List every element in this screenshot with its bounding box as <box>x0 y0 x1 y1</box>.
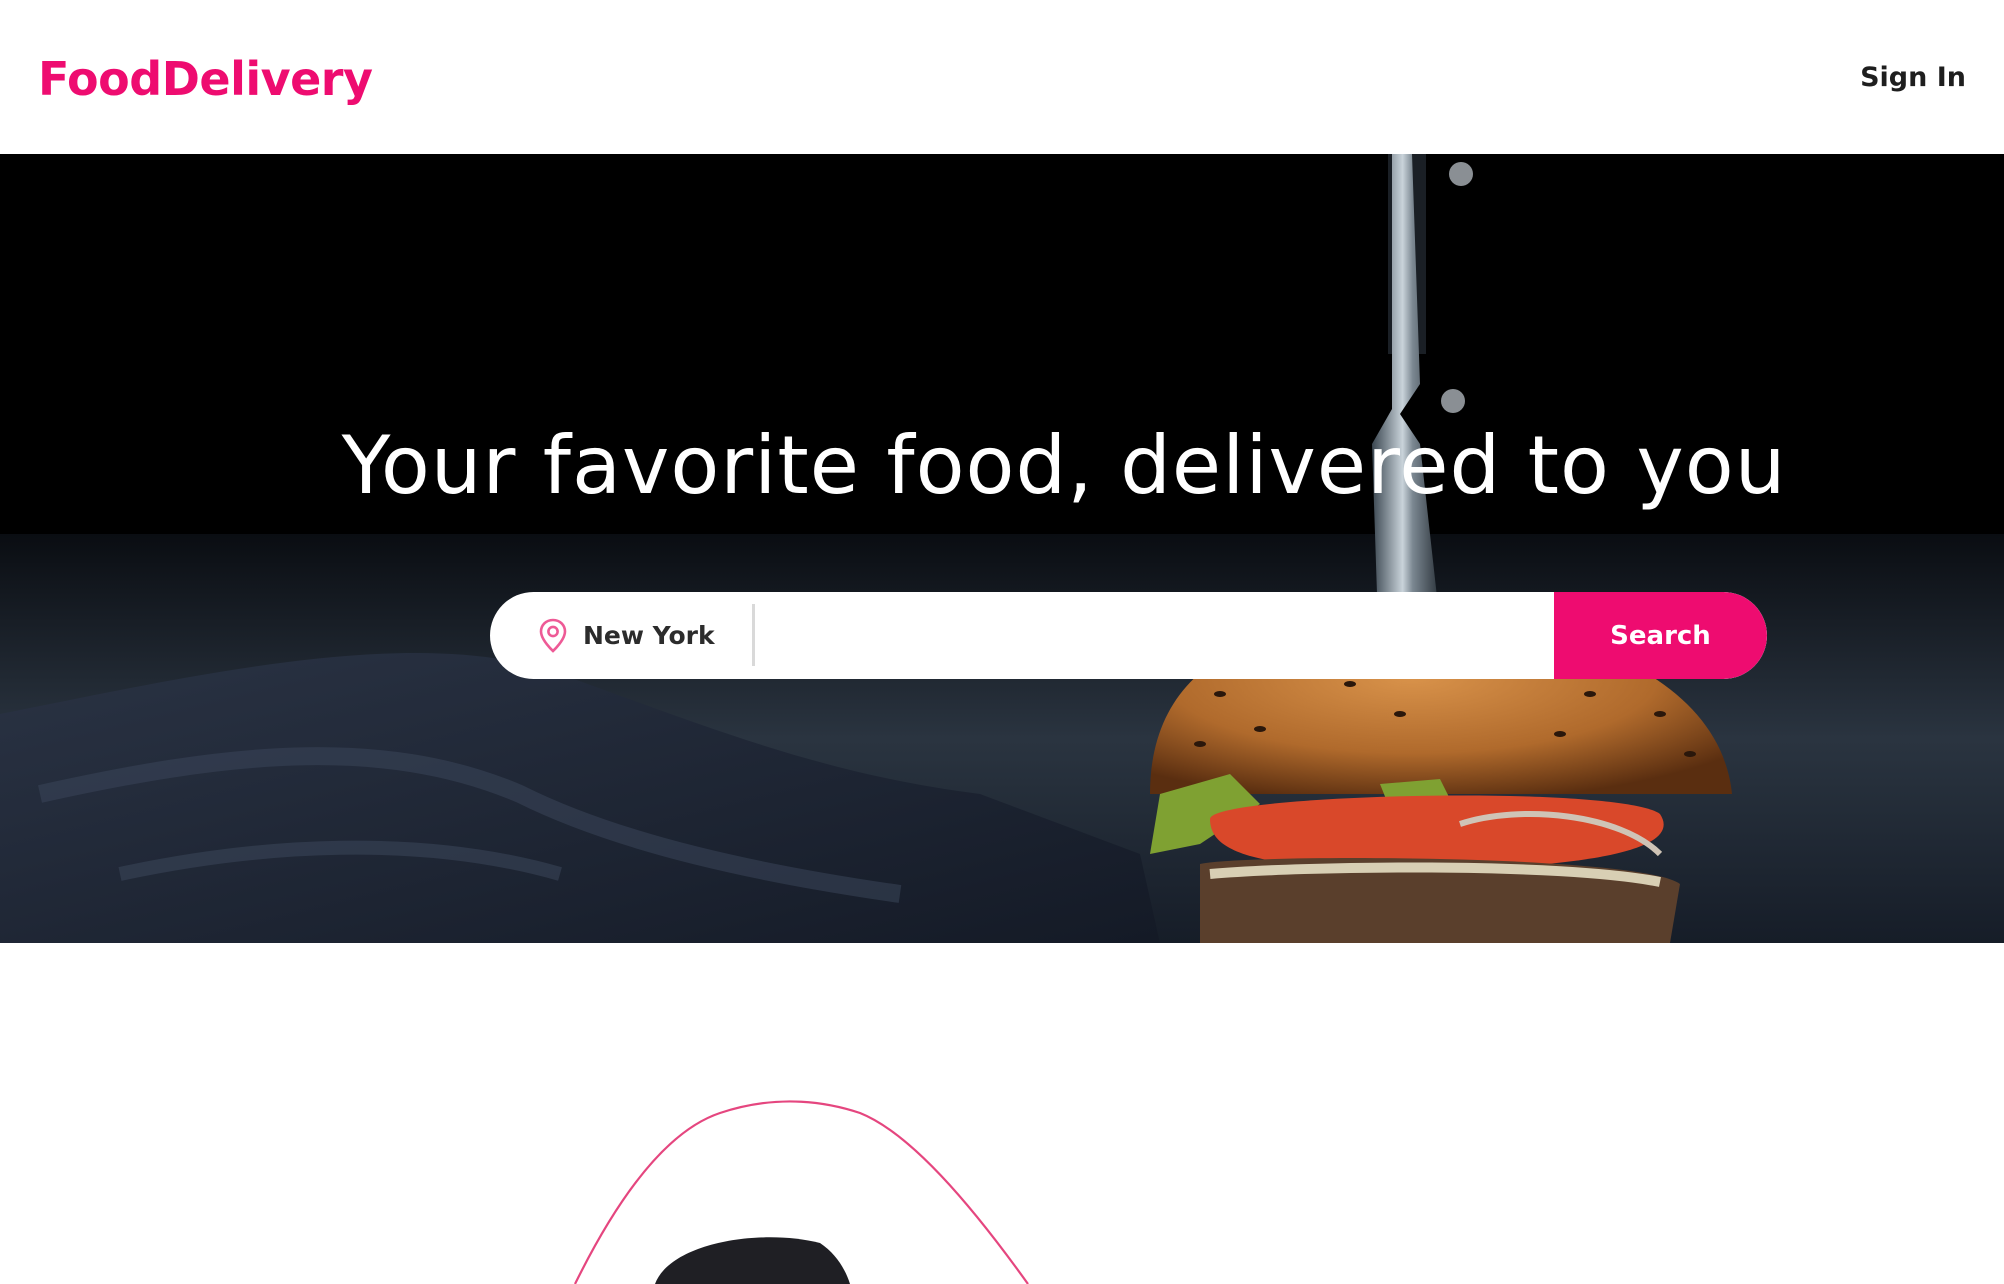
search-input[interactable] <box>758 592 1542 679</box>
search-button[interactable]: Search <box>1554 592 1767 679</box>
hero-background-image <box>0 154 2004 943</box>
site-header: FoodDelivery Sign In <box>0 0 2004 154</box>
map-pin-icon <box>538 618 568 654</box>
decorative-blob-outline <box>574 1100 1029 1284</box>
search-bar: New York Search <box>490 592 1767 679</box>
search-divider <box>752 604 755 666</box>
brand-logo[interactable]: FoodDelivery <box>38 48 373 110</box>
hero-banner: Your favorite food, delivered to you New… <box>0 154 2004 943</box>
featured-section <box>0 943 2004 1284</box>
location-selector[interactable]: New York <box>490 592 754 679</box>
hero-title: Your favorite food, delivered to you <box>341 419 1787 512</box>
sign-in-link[interactable]: Sign In <box>1860 56 1966 100</box>
location-value: New York <box>583 621 715 650</box>
